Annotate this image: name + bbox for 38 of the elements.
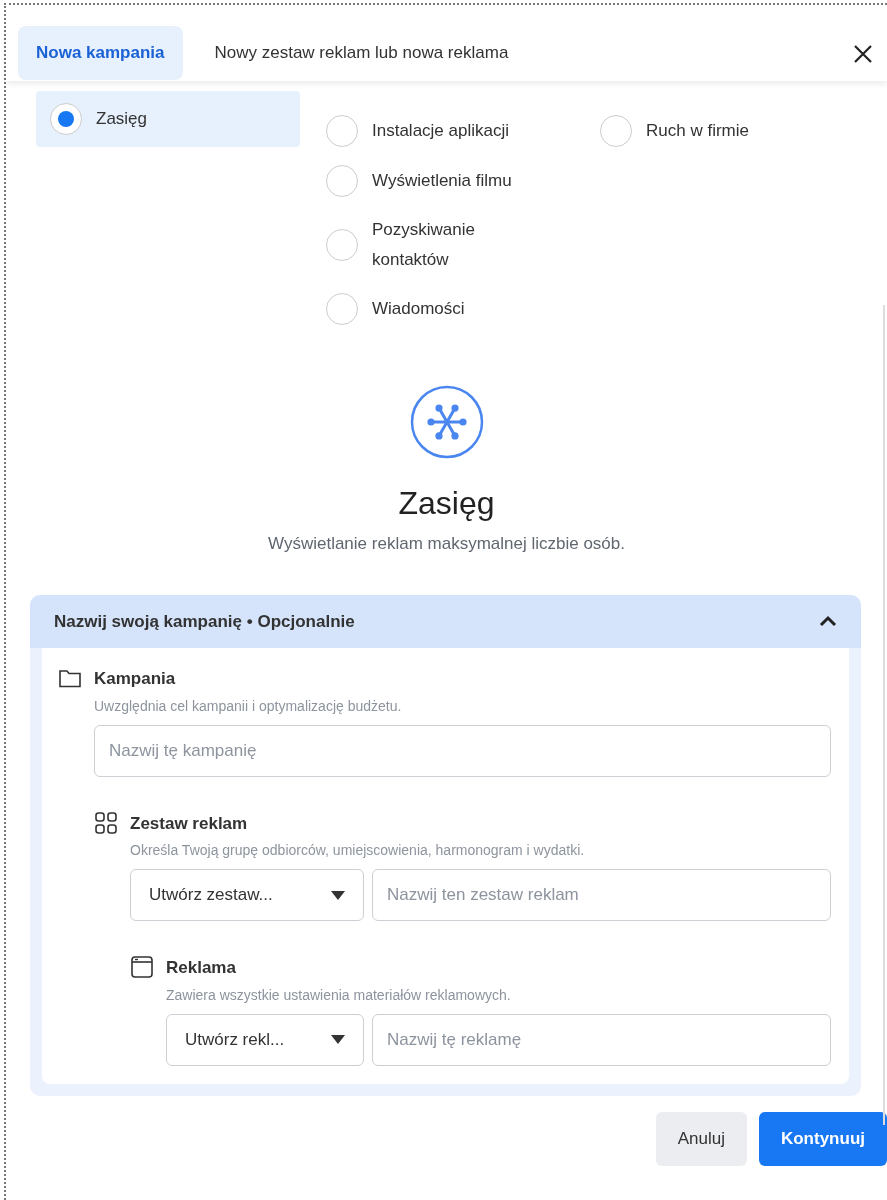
name-input[interactable]: Nazwij tę kampanię [94, 724, 831, 777]
dropdown[interactable]: Utwórz zestaw... [130, 869, 364, 921]
continue-button[interactable]: Kontynuuj [758, 1111, 887, 1166]
level-title: Zestaw reklam [130, 812, 249, 835]
name-input[interactable]: Nazwij ten zestaw reklam [372, 869, 831, 921]
level-description: Zawiera wszystkie ustawienia materiałów reklamowych. [166, 985, 512, 1005]
radio-icon [600, 115, 632, 147]
objective-option[interactable]: Wyświetlenia filmu [326, 165, 600, 197]
objective-option[interactable]: Instalacje aplikacji [326, 115, 600, 147]
name-input[interactable]: Nazwij tę reklamę [372, 1013, 831, 1066]
tab[interactable]: Nowy zestaw reklam lub nowa reklama [196, 26, 527, 80]
objective-title: Zasięg [397, 484, 496, 523]
radio-icon [50, 103, 82, 135]
objective-option[interactable]: Pozyskiwanie kontaktów [326, 215, 600, 275]
objective-option[interactable]: Wiadomości [326, 293, 600, 325]
dropdown[interactable]: Utwórz rekl... [166, 1013, 364, 1066]
chevron-icon [819, 615, 837, 628]
radio-icon [326, 165, 358, 197]
radio-icon [326, 229, 358, 261]
sidebar-item[interactable]: Zasięg [36, 91, 300, 147]
level-title: Kampania [94, 668, 177, 690]
accordion-header[interactable]: Nazwij swoją kampanię • Opcjonalnie [30, 594, 861, 648]
grid-icon [94, 810, 118, 835]
reach-icon [409, 385, 484, 459]
window-icon [130, 955, 154, 979]
close-icon [853, 43, 873, 64]
level-title: Reklama [166, 957, 237, 979]
objective-option[interactable]: Ruch w firmie [600, 115, 874, 147]
cancel-button[interactable]: Anuluj [655, 1111, 747, 1166]
objective-description: Wyświetlanie reklam maksymalnej liczbie osób. [267, 533, 626, 555]
level-description: Określa Twoją grupę odbiorców, umiejscowienia, harmonogram i wydatki. [130, 841, 586, 860]
level-description: Uwzględnia cel kampanii i optymalizację budżetu. [94, 696, 403, 716]
tab[interactable]: Nowa kampania [18, 26, 183, 80]
caret-icon [331, 1035, 345, 1044]
radio-icon [326, 115, 358, 147]
caret-icon [331, 890, 345, 900]
section-title: Nazwij swoją kampanię • Opcjonalnie [54, 610, 355, 633]
radio-icon [326, 293, 358, 325]
